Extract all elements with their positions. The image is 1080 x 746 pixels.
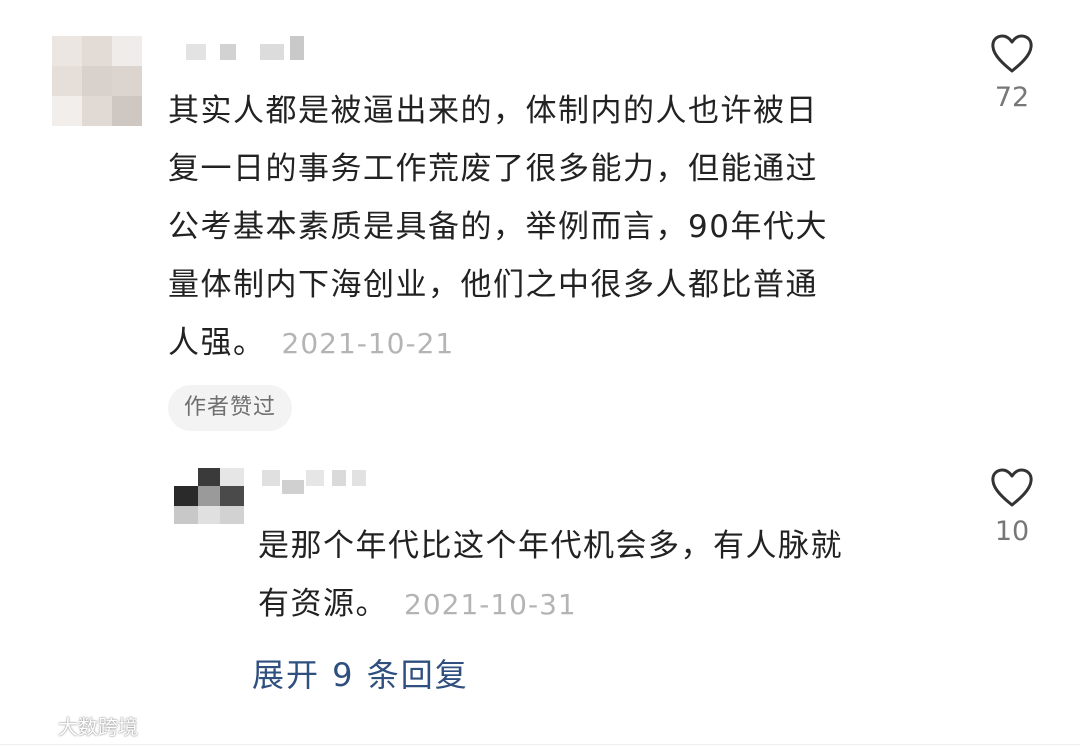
username-redacted[interactable] (262, 470, 372, 494)
like-count: 10 (994, 516, 1030, 547)
comment-line: 人强。 (168, 325, 266, 361)
like-button[interactable]: 72 (977, 34, 1047, 113)
comment-line: 量体制内下海创业，他们之中很多人都比普通 (168, 267, 818, 303)
reply-timestamp: 2021-10-31 (404, 588, 577, 621)
username-redacted[interactable] (186, 36, 316, 66)
avatar[interactable] (174, 468, 244, 524)
author-liked-badge: 作者赞过 (168, 385, 293, 431)
comment-text: 其实人都是被逼出来的，体制内的人也许被日 复一日的事务工作荒废了很多能力，但能通… (168, 82, 948, 373)
comment-timestamp: 2021-10-21 (281, 327, 455, 360)
brand-logo-icon (6, 715, 52, 735)
reply-line: 是那个年代比这个年代机会多，有人脉就 (258, 528, 843, 564)
watermark: 大数跨境 (6, 708, 138, 742)
comment-line: 复一日的事务工作荒废了很多能力，但能通过 (168, 151, 818, 187)
reply-text: 是那个年代比这个年代机会多，有人脉就 有资源。 2021-10-31 (258, 517, 958, 634)
heart-outline-icon (991, 468, 1033, 507)
reply-line-last: 有资源。 2021-10-31 (258, 575, 958, 634)
comment-line: 公考基本素质是具备的，举例而言，90年代大 (168, 209, 828, 245)
expand-replies-link[interactable]: 展开 9 条回复 (252, 650, 469, 696)
watermark-text: 大数跨境 (58, 714, 138, 739)
comment-line: 其实人都是被逼出来的，体制内的人也许被日 (168, 93, 818, 129)
avatar[interactable] (52, 36, 142, 126)
heart-outline-icon (991, 34, 1033, 73)
comment-line-last: 人强。 2021-10-21 (168, 314, 948, 373)
like-button[interactable]: 10 (977, 468, 1047, 547)
like-count: 72 (994, 82, 1030, 113)
divider (0, 744, 1080, 745)
reply-line: 有资源。 (258, 586, 388, 622)
